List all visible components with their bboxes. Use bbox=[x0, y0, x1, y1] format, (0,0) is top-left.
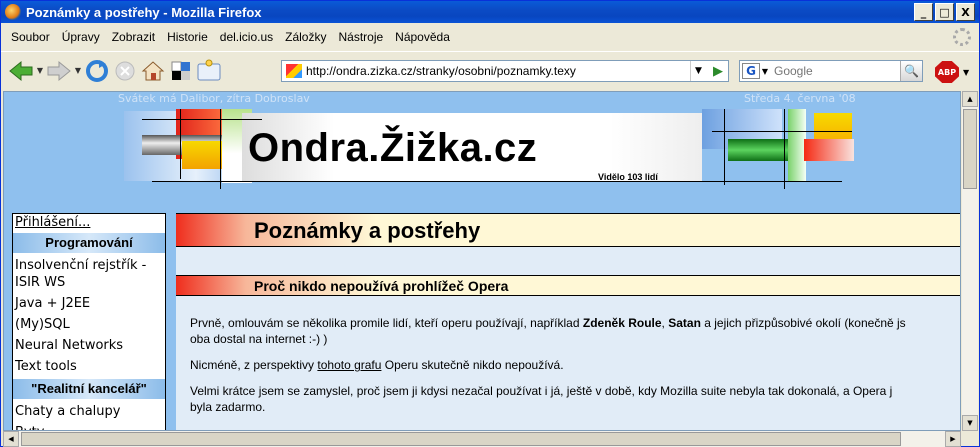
go-button[interactable]: ▶ bbox=[710, 63, 726, 79]
banner-block bbox=[728, 139, 788, 161]
paragraph-text: Velmi krátce jsem se zamyslel, proč jsem… bbox=[190, 384, 893, 398]
vertical-scrollbar[interactable]: ▲ ▼ bbox=[962, 91, 978, 431]
maximize-button[interactable]: □ bbox=[935, 3, 954, 21]
browser-window: Poznámky a postřehy - Mozilla Firefox _ … bbox=[0, 0, 980, 447]
paragraph-text: Operu skutečně nikdo nepoužívá. bbox=[381, 358, 564, 372]
login-link[interactable]: Přihlášení... bbox=[13, 214, 165, 231]
forward-arrow-icon bbox=[47, 60, 71, 81]
visit-counter: Vidělo 103 lidí bbox=[598, 172, 658, 182]
banner-block bbox=[804, 139, 854, 161]
page-viewport: Svátek má Dalibor, zítra Dobroslav Střed… bbox=[3, 91, 961, 431]
menu-soubor[interactable]: Soubor bbox=[5, 30, 56, 44]
sidebar-item-isir[interactable]: Insolvenční rejstřík - ISIR WS bbox=[13, 255, 165, 293]
page-title: Poznámky a postřehy bbox=[254, 218, 481, 243]
banner-line bbox=[152, 181, 842, 182]
banner-block bbox=[814, 113, 852, 139]
window-title: Poznámky a postřehy - Mozilla Firefox bbox=[26, 4, 262, 20]
title-bar[interactable]: Poznámky a postřehy - Mozilla Firefox _ … bbox=[1, 1, 979, 23]
paragraph-text: Nicméně, z perspektivy bbox=[190, 358, 318, 372]
main-content: Poznámky a postřehy Proč nikdo nepoužívá… bbox=[176, 213, 960, 430]
site-favicon-icon bbox=[286, 64, 302, 78]
close-button[interactable]: X bbox=[956, 3, 975, 21]
throbber-icon bbox=[953, 28, 971, 46]
minimize-button[interactable]: _ bbox=[914, 3, 933, 21]
date-text: Středa 4. června '08 bbox=[744, 92, 856, 105]
sidebar: Přihlášení... Programování Insolvenční r… bbox=[12, 213, 166, 430]
back-history-dropdown[interactable]: ▼ bbox=[35, 66, 45, 75]
scroll-left-arrow[interactable]: ◀ bbox=[3, 431, 19, 447]
vertical-scroll-thumb[interactable] bbox=[963, 109, 977, 189]
menu-nastroje[interactable]: Nástroje bbox=[332, 30, 389, 44]
stop-icon bbox=[115, 61, 135, 80]
delicious-icon bbox=[171, 61, 190, 80]
menu-bar: Soubor Úpravy Zobrazit Historie del.icio… bbox=[1, 25, 979, 49]
menu-upravy[interactable]: Úpravy bbox=[56, 30, 106, 44]
window-controls: _ □ X bbox=[914, 3, 975, 21]
url-history-dropdown[interactable]: ▼ bbox=[690, 61, 706, 81]
forward-history-dropdown[interactable]: ▼ bbox=[73, 66, 83, 75]
paragraph-text: byla zadarmo. bbox=[190, 400, 266, 414]
paragraph-text: a jejich přizpůsobivé okolí (konečně js bbox=[700, 316, 906, 330]
search-magnifier-icon[interactable]: 🔍 bbox=[900, 61, 922, 81]
forward-button[interactable] bbox=[45, 57, 73, 85]
adblock-dropdown[interactable]: ▼ bbox=[963, 68, 969, 77]
horizontal-scrollbar[interactable]: ◀ ▶ bbox=[3, 431, 961, 447]
person-name: Zdeněk Roule bbox=[582, 316, 662, 330]
paragraph-text: Prvně, omlouvám se několika promile lidí… bbox=[190, 316, 583, 330]
site-title[interactable]: Ondra.Žižka.cz bbox=[248, 126, 537, 171]
reload-icon bbox=[86, 59, 108, 82]
menu-napoveda[interactable]: Nápověda bbox=[389, 30, 456, 44]
search-bar[interactable]: G ▼ 🔍 bbox=[739, 60, 923, 82]
home-button[interactable] bbox=[139, 57, 167, 85]
sidebar-section-realitni: "Realitní kancelář" bbox=[13, 379, 165, 399]
tag-button[interactable] bbox=[195, 57, 223, 85]
sidebar-item-text-tools[interactable]: Text tools bbox=[13, 356, 165, 377]
back-button[interactable] bbox=[7, 57, 35, 85]
horizontal-scroll-thumb[interactable] bbox=[21, 432, 901, 446]
page-heading-bar: Poznámky a postřehy bbox=[176, 213, 960, 247]
google-engine-icon[interactable]: G bbox=[742, 63, 760, 79]
paragraph-3: Velmi krátce jsem se zamyslel, proč jsem… bbox=[190, 383, 960, 415]
adblock-plus-button[interactable]: ABP bbox=[935, 61, 959, 83]
menu-historie[interactable]: Historie bbox=[161, 30, 214, 44]
url-text[interactable]: http://ondra.zizka.cz/stranky/osobni/poz… bbox=[306, 64, 576, 78]
reload-button[interactable] bbox=[83, 57, 111, 85]
menu-zalozky[interactable]: Záložky bbox=[279, 30, 332, 44]
person-name: Satan bbox=[668, 316, 701, 330]
tag-icon bbox=[197, 59, 221, 80]
sidebar-item-mysql[interactable]: (My)SQL bbox=[15, 317, 70, 332]
banner-line bbox=[724, 109, 725, 185]
scroll-right-arrow[interactable]: ▶ bbox=[945, 431, 961, 447]
sidebar-item-chaty[interactable]: Chaty a chalupy bbox=[13, 401, 165, 422]
scroll-down-arrow[interactable]: ▼ bbox=[962, 415, 978, 431]
graph-link[interactable]: tohoto grafu bbox=[317, 358, 381, 372]
banner-line bbox=[784, 109, 785, 189]
sidebar-section-programovani: Programování bbox=[13, 233, 165, 253]
article-title: Proč nikdo nepoužívá prohlížeč Opera bbox=[254, 278, 509, 294]
nameday-text: Svátek má Dalibor, zítra Dobroslav bbox=[118, 92, 310, 105]
firefox-icon bbox=[5, 4, 21, 20]
banner-line bbox=[712, 131, 852, 132]
navigation-toolbar: ▼ ▼ http://ondra.zizka.cz/stranky/osobni… bbox=[1, 51, 979, 89]
banner-line bbox=[142, 119, 262, 120]
menu-delicious[interactable]: del.icio.us bbox=[214, 30, 279, 44]
search-engine-dropdown[interactable]: ▼ bbox=[760, 67, 770, 76]
paragraph-2: Nicméně, z perspektivy tohoto grafu Oper… bbox=[190, 357, 960, 373]
sidebar-item-neural-networks[interactable]: Neural Networks bbox=[13, 335, 165, 356]
banner-line bbox=[180, 109, 181, 179]
delicious-button[interactable] bbox=[167, 57, 195, 85]
article-heading-bar: Proč nikdo nepoužívá prohlížeč Opera bbox=[176, 275, 960, 296]
sidebar-item-byty[interactable]: Byty bbox=[13, 422, 165, 430]
paragraph-text: oba dostal na internet :-) ) bbox=[190, 332, 328, 346]
home-icon bbox=[141, 60, 165, 80]
sidebar-item-java[interactable]: Java + J2EE bbox=[13, 293, 165, 314]
back-arrow-icon bbox=[9, 60, 33, 81]
paragraph-1: Prvně, omlouvám se několika promile lidí… bbox=[190, 315, 960, 347]
search-input[interactable] bbox=[770, 64, 894, 78]
address-bar[interactable]: http://ondra.zizka.cz/stranky/osobni/poz… bbox=[281, 60, 729, 82]
menu-zobrazit[interactable]: Zobrazit bbox=[106, 30, 161, 44]
stop-button[interactable] bbox=[111, 57, 139, 85]
scroll-up-arrow[interactable]: ▲ bbox=[962, 91, 978, 107]
banner-line bbox=[220, 109, 221, 189]
